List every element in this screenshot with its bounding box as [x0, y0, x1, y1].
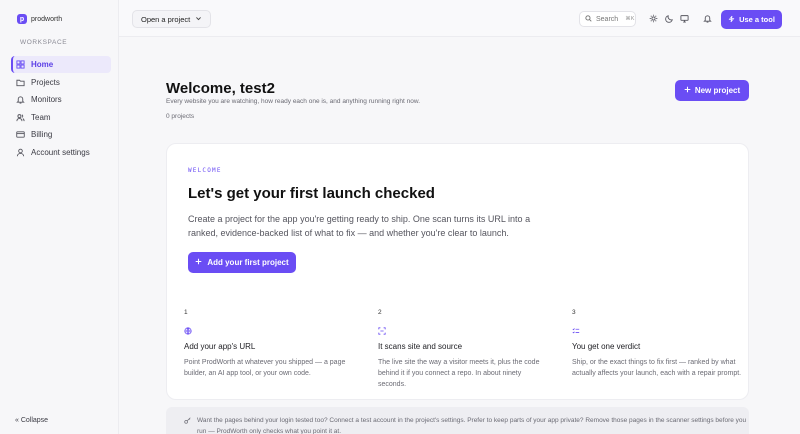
moon-icon[interactable] [664, 13, 674, 23]
page-subtitle: Every website you are watching, how read… [166, 98, 421, 105]
search-button[interactable]: Search ⌘K [579, 11, 636, 27]
search-shortcut: ⌘K [625, 16, 635, 22]
step-title: Add your app's URL [184, 342, 256, 351]
user-icon [16, 148, 25, 157]
tip-text: Want the pages behind your login tested … [197, 417, 747, 434]
step-item: 2 It scans site and source The live site… [378, 309, 548, 390]
workspace-label: WORKSPACE [20, 39, 68, 46]
step-item: 1 Add your app's URL Point ProdWorth at … [184, 309, 354, 379]
bell-icon [16, 95, 25, 104]
sidebar-item-label: Home [31, 60, 54, 69]
chevron-down-icon [195, 15, 202, 24]
new-project-label: New project [694, 86, 741, 95]
step-title: You get one verdict [572, 342, 641, 351]
project-select-label: Open a project [141, 14, 191, 24]
step-text: Point ProdWorth at whatever you shipped … [184, 359, 346, 377]
sun-icon[interactable] [648, 13, 658, 23]
logo-mark: p [17, 14, 27, 24]
sidebar-item-projects[interactable]: Projects [11, 74, 111, 91]
scan-icon [378, 324, 548, 338]
folder-icon [16, 78, 25, 87]
plus-icon [684, 86, 691, 95]
card-title: Let's get your first launch checked [188, 185, 435, 202]
sidebar-item-home[interactable]: Home [11, 56, 111, 73]
list-check-icon [572, 324, 742, 338]
brand-logo[interactable]: p prodworth [17, 14, 62, 24]
sidebar-item-label: Billing [31, 130, 53, 139]
project-select[interactable]: Open a project [132, 10, 212, 28]
key-icon [184, 417, 191, 424]
step-number: 2 [378, 309, 382, 316]
sidebar-item-label: Team [31, 112, 51, 122]
brand-name: prodworth [31, 15, 63, 23]
monitor-icon[interactable] [679, 13, 689, 23]
credit-card-icon [16, 130, 25, 139]
sidebar-item-account-settings[interactable]: Account settings [11, 144, 111, 161]
step-text: The live site the way a visitor meets it… [378, 359, 540, 388]
globe-icon [184, 324, 354, 338]
sidebar-item-label: Projects [31, 77, 60, 87]
home-icon [16, 60, 25, 69]
lightning-icon [728, 15, 735, 25]
search-icon [585, 14, 592, 24]
onboarding-steps: 1 Add your app's URL Point ProdWorth at … [167, 309, 750, 401]
top-bar: Open a project Search ⌘K Use a tool [119, 0, 800, 37]
users-icon [16, 113, 25, 122]
project-count: 0 projects [166, 113, 195, 120]
use-a-tool-button[interactable]: Use a tool [721, 10, 782, 29]
sidebar-item-monitors[interactable]: Monitors [11, 91, 111, 108]
card-description: Create a project for the app you're gett… [188, 214, 531, 238]
sidebar-item-team[interactable]: Team [11, 109, 111, 126]
onboarding-card: WELCOME Let's get your first launch chec… [166, 143, 749, 400]
collapse-sidebar-button[interactable]: « Collapse [15, 417, 48, 424]
sidebar-item-label: Account settings [31, 147, 90, 157]
sidebar: p prodworth WORKSPACE Home Projects Moni… [0, 0, 119, 434]
add-first-project-button[interactable]: Add your first project [188, 252, 296, 273]
step-number: 1 [184, 309, 188, 316]
page-title: Welcome, test2 [166, 80, 275, 97]
step-title: It scans site and source [378, 342, 463, 351]
sidebar-item-label: Monitors [31, 95, 62, 104]
new-project-button[interactable]: New project [675, 80, 749, 101]
step-text: Ship, or the exact things to fix first —… [572, 359, 742, 377]
card-eyebrow: WELCOME [188, 167, 222, 174]
sidebar-item-billing[interactable]: Billing [11, 126, 111, 143]
login-tip-banner: Want the pages behind your login tested … [166, 407, 749, 434]
use-a-tool-label: Use a tool [739, 15, 775, 24]
notifications-bell-icon[interactable] [702, 13, 712, 23]
sidebar-nav: Home Projects Monitors Team Billing Acco… [11, 56, 111, 161]
add-first-project-label: Add your first project [207, 258, 289, 267]
step-item: 3 You get one verdict Ship, or the exact… [572, 309, 742, 379]
search-label: Search [596, 15, 619, 23]
step-number: 3 [572, 309, 576, 316]
plus-icon [195, 258, 202, 267]
